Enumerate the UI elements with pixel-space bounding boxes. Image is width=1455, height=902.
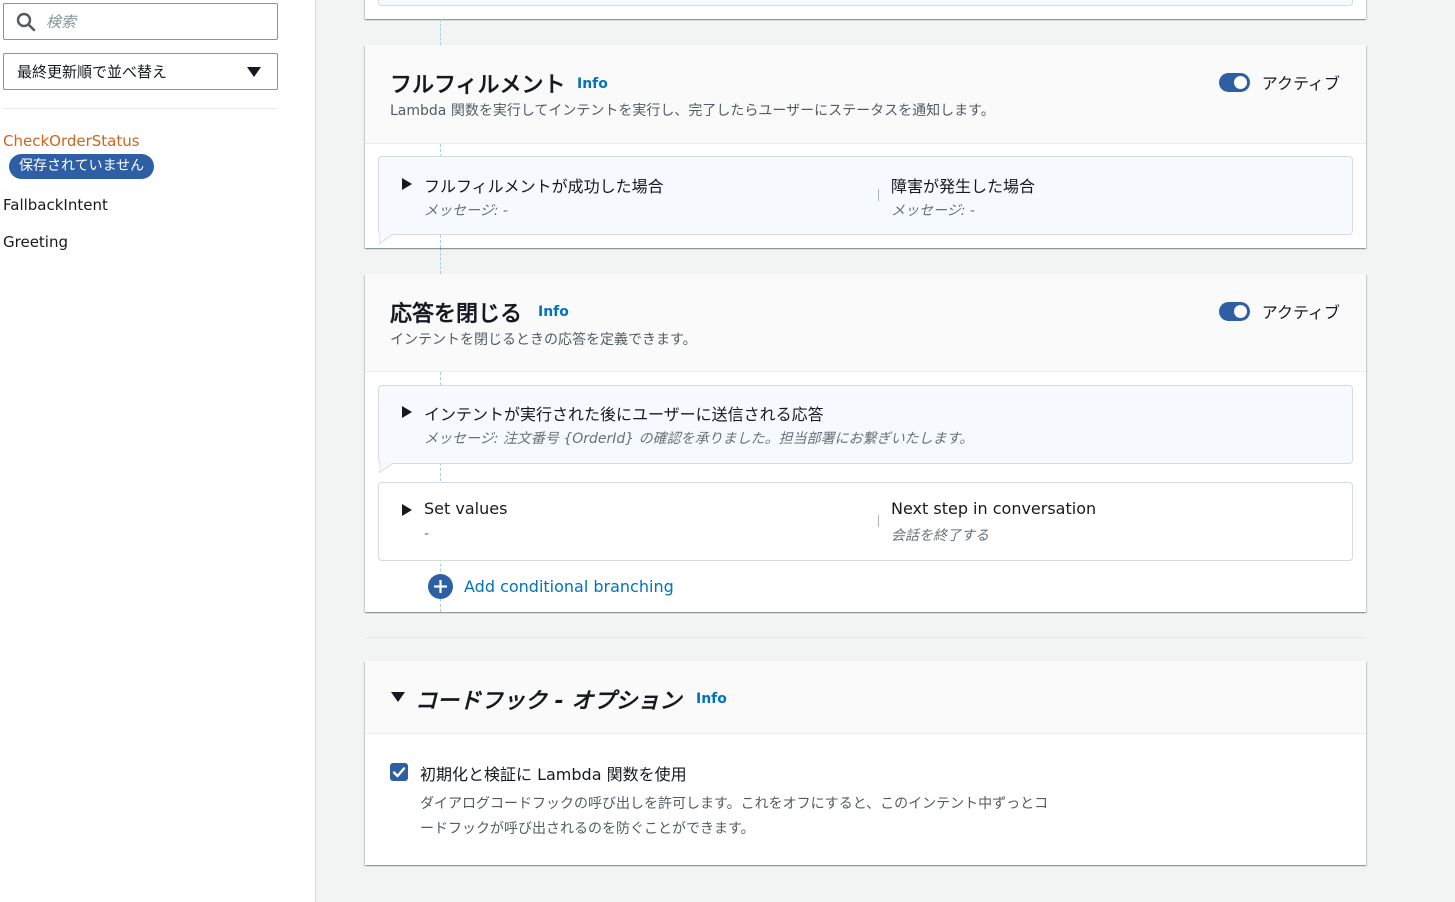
codehook-title: コードフック - オプション [415, 689, 682, 714]
flow-connector [440, 248, 441, 274]
set-values-box: Set values - Next step in conversation 会… [378, 482, 1353, 561]
closing-title: 応答を閉じる [390, 302, 523, 327]
set-values-label[interactable]: Set values [424, 499, 507, 518]
fulfillment-outcomes-box: フルフィルメントが成功した場合 メッセージ: - 障害が発生した場合 メッセージ… [378, 156, 1353, 235]
closing-response-panel: 応答を閉じる Info インテントを閉じるときの応答を定義できます。 アクティブ… [365, 274, 1366, 612]
previous-panel [365, 0, 1366, 19]
sort-select[interactable]: 最終更新順で並べ替え [3, 53, 278, 90]
closing-toggle-label: アクティブ [1261, 303, 1340, 322]
fulfillment-success-label[interactable]: フルフィルメントが成功した場合 [424, 173, 664, 197]
closing-active-toggle[interactable]: アクティブ [1218, 299, 1340, 323]
closing-response-message: メッセージ: 注文番号 {OrderId} の確認を承りました。担当部署にお繋ぎ… [424, 431, 974, 447]
closing-description: インテントを閉じるときの応答を定義できます。 [390, 332, 697, 348]
fulfillment-description: Lambda 関数を実行してインテントを実行し、完了したらユーザーにステータスを… [390, 103, 995, 119]
fulfillment-failure-message: メッセージ: - [891, 203, 975, 219]
fulfillment-active-toggle[interactable]: アクティブ [1218, 70, 1340, 94]
next-step-value: 会話を終了する [891, 528, 989, 544]
column-divider [878, 515, 879, 527]
fulfillment-failure-label: 障害が発生した場合 [891, 177, 1036, 196]
fulfillment-info-link[interactable]: Info [577, 76, 608, 92]
toggle-switch[interactable] [1218, 301, 1250, 321]
lambda-checkbox[interactable] [390, 763, 408, 781]
caret-down-icon[interactable] [391, 692, 405, 703]
codehook-info-link[interactable]: Info [696, 691, 727, 707]
closing-response-label[interactable]: インテントが実行された後にユーザーに送信される応答 [424, 401, 824, 425]
search-icon [16, 12, 36, 31]
sort-select-label: 最終更新順で並べ替え [17, 63, 168, 81]
flow-connector [440, 19, 441, 45]
fulfillment-panel: フルフィルメント Info Lambda 関数を実行してインテントを実行し、完了… [365, 45, 1366, 248]
speech-notch [379, 234, 393, 244]
speech-notch [379, 463, 393, 473]
intent-item-checkorderstatus[interactable]: CheckOrderStatus [3, 132, 140, 150]
codehook-header[interactable]: コードフック - オプション Info [365, 661, 1366, 734]
fulfillment-toggle-label: アクティブ [1261, 74, 1340, 93]
unsaved-badge: 保存されていません [9, 154, 155, 179]
caret-down-icon [247, 66, 261, 77]
column-divider [878, 189, 879, 201]
previous-panel-box [378, 0, 1353, 6]
closing-header: 応答を閉じる Info インテントを閉じるときの応答を定義できます。 アクティブ [365, 274, 1366, 372]
closing-info-link[interactable]: Info [538, 304, 569, 320]
intent-sidebar: 最終更新順で並べ替え CheckOrderStatus 保存されていません Fa… [0, 0, 316, 902]
set-values-value: - [424, 526, 430, 542]
section-divider [365, 637, 1366, 638]
search-box[interactable] [3, 3, 278, 40]
fulfillment-header: フルフィルメント Info Lambda 関数を実行してインテントを実行し、完了… [365, 45, 1366, 144]
toggle-switch[interactable] [1218, 72, 1250, 92]
expand-caret-icon[interactable] [402, 504, 412, 516]
add-icon[interactable] [428, 574, 453, 599]
codehook-help-line1: ダイアログコードフックの呼び出しを許可します。これをオフにすると、このインテント… [420, 796, 1049, 812]
expand-caret-icon[interactable] [402, 406, 412, 418]
intent-item-fallbackintent[interactable]: FallbackIntent [3, 196, 108, 214]
sidebar-divider [3, 108, 278, 109]
intent-item-greeting[interactable]: Greeting [3, 233, 68, 251]
codehook-help-line2: ードフックが呼び出されるのを防ぐことができます。 [420, 821, 755, 837]
next-step-label: Next step in conversation [891, 499, 1097, 518]
closing-response-box: インテントが実行された後にユーザーに送信される応答 メッセージ: 注文番号 {O… [378, 385, 1353, 464]
fulfillment-title: フルフィルメント [390, 73, 566, 98]
codehook-panel: コードフック - オプション Info 初期化と検証に Lambda 関数を使用… [365, 661, 1366, 865]
fulfillment-success-message: メッセージ: - [424, 203, 508, 219]
expand-caret-icon[interactable] [402, 178, 412, 190]
checkmark-icon [392, 767, 406, 778]
lambda-checkbox-label[interactable]: 初期化と検証に Lambda 関数を使用 [420, 761, 687, 785]
add-conditional-branching-link[interactable]: Add conditional branching [464, 577, 674, 596]
search-input[interactable] [46, 12, 246, 31]
